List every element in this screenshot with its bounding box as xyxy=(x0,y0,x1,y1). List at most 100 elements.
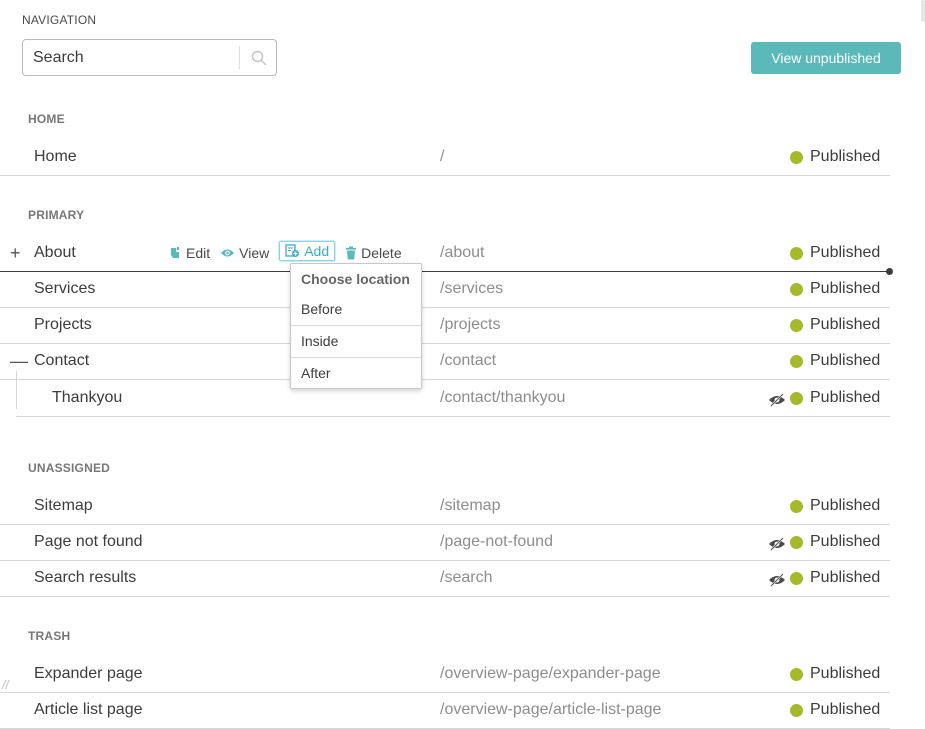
eye-slash-icon xyxy=(769,537,785,551)
tree-row-page-not-found[interactable]: Page not found /page-not-found Published xyxy=(0,525,890,561)
section-title-primary: PRIMARY xyxy=(28,208,85,222)
tree-row-contact[interactable]: — Contact /contact Published xyxy=(0,344,890,380)
row-path: / xyxy=(440,148,445,165)
row-path: /contact/thankyou xyxy=(440,389,566,406)
published-dot xyxy=(790,667,803,681)
row-path: /page-not-found xyxy=(440,533,553,550)
published-dot xyxy=(790,535,803,549)
published-dot xyxy=(790,318,803,332)
status-label: Published xyxy=(810,244,881,261)
status-label: Published xyxy=(810,701,881,718)
row-name[interactable]: Expander page xyxy=(34,665,143,683)
section-title-unassigned: UNASSIGNED xyxy=(28,461,111,475)
status-label: Published xyxy=(810,280,881,297)
status-badge: Published xyxy=(790,148,880,166)
search-icon[interactable] xyxy=(251,50,267,66)
row-path: /about xyxy=(440,244,485,261)
collapse-icon[interactable]: — xyxy=(10,352,28,370)
row-name[interactable]: Contact xyxy=(34,352,89,370)
row-actions: Edit View Add Delete xyxy=(168,241,412,261)
row-path: /projects xyxy=(440,316,501,333)
tree-row-about[interactable]: + About Edit View Add Delete /about Publ… xyxy=(0,236,893,275)
scrollbar[interactable] xyxy=(921,0,925,22)
row-path: /overview-page/expander-page xyxy=(440,665,661,682)
row-path: /overview-page/article-list-page xyxy=(440,701,662,718)
status-badge: Published xyxy=(790,701,880,719)
page-title: NAVIGATION xyxy=(22,13,97,27)
eye-slash-icon xyxy=(769,393,785,407)
tree-row-sitemap[interactable]: Sitemap /sitemap Published xyxy=(0,489,890,525)
published-dot xyxy=(790,391,803,405)
option-before[interactable]: Before xyxy=(291,294,421,325)
row-name[interactable]: Article list page xyxy=(34,701,143,719)
delete-label: Delete xyxy=(361,244,402,261)
tree-row-projects[interactable]: Projects /projects Published xyxy=(0,308,890,344)
eye-icon xyxy=(221,249,235,256)
view-button[interactable]: View xyxy=(220,245,269,261)
dropdown-title: Choose location xyxy=(301,271,410,287)
row-path: /services xyxy=(440,280,504,297)
trash-icon xyxy=(346,246,357,259)
published-dot xyxy=(790,282,803,296)
published-dot xyxy=(790,703,803,717)
section-title-trash: TRASH xyxy=(28,629,71,643)
row-name[interactable]: Search results xyxy=(34,569,136,587)
row-name[interactable]: Thankyou xyxy=(52,389,122,407)
option-inside[interactable]: Inside xyxy=(291,325,421,357)
tree-row-home[interactable]: Home / Published xyxy=(0,140,890,176)
edit-button[interactable]: Edit xyxy=(168,245,210,261)
status-label: Published xyxy=(810,497,881,514)
search-box[interactable] xyxy=(22,39,277,76)
row-path: /sitemap xyxy=(440,497,501,514)
row-path: /search xyxy=(440,569,493,586)
row-divider xyxy=(0,596,890,597)
status-label: Published xyxy=(810,389,881,406)
status-label: Published xyxy=(810,533,881,550)
status-label: Published xyxy=(810,569,881,586)
status-badge: Published xyxy=(790,569,880,587)
status-label: Published xyxy=(810,665,881,682)
resize-handle-icon[interactable]: // xyxy=(2,678,9,692)
add-button[interactable]: Add xyxy=(279,241,336,261)
delete-button[interactable]: Delete xyxy=(345,244,402,261)
status-label: Published xyxy=(810,316,881,333)
status-badge: Published xyxy=(790,316,880,334)
add-page-icon xyxy=(285,244,300,257)
add-label: Add xyxy=(304,243,330,259)
row-name[interactable]: About xyxy=(34,244,76,262)
option-after[interactable]: After xyxy=(291,357,421,389)
section-title-home: HOME xyxy=(28,112,65,126)
choose-location-dropdown: Choose location Before Inside After xyxy=(290,263,422,389)
status-label: Published xyxy=(810,148,881,165)
published-dot xyxy=(790,246,803,260)
published-dot xyxy=(790,354,803,368)
published-dot xyxy=(790,571,803,585)
row-name[interactable]: Services xyxy=(34,280,95,298)
row-name[interactable]: Page not found xyxy=(34,533,143,551)
edit-label: Edit xyxy=(186,244,211,261)
row-path: /contact xyxy=(440,352,497,369)
published-dot xyxy=(790,499,803,513)
status-badge: Published xyxy=(790,389,880,407)
status-badge: Published xyxy=(790,497,880,515)
row-divider xyxy=(0,175,890,176)
row-name[interactable]: Home xyxy=(34,148,77,166)
status-badge: Published xyxy=(790,244,880,262)
search-input[interactable] xyxy=(23,40,239,75)
tree-row-thankyou[interactable]: Thankyou /contact/thankyou Published xyxy=(0,381,890,417)
eye-slash-icon xyxy=(769,573,785,587)
row-name[interactable]: Projects xyxy=(34,316,92,334)
row-name[interactable]: Sitemap xyxy=(34,497,93,515)
search-divider xyxy=(239,46,240,69)
published-dot xyxy=(790,150,803,164)
view-label: View xyxy=(239,244,270,261)
edit-icon xyxy=(171,246,179,258)
expand-icon[interactable]: + xyxy=(10,244,21,262)
tree-row-article-list-page[interactable]: Article list page /overview-page/article… xyxy=(0,693,890,729)
tree-row-services[interactable]: Services /services Published xyxy=(0,272,890,308)
row-divider xyxy=(0,379,890,380)
tree-row-expander-page[interactable]: Expander page /overview-page/expander-pa… xyxy=(0,657,890,693)
row-divider xyxy=(16,416,890,417)
tree-row-search-results[interactable]: Search results /search Published xyxy=(0,561,890,597)
view-unpublished-button[interactable]: View unpublished xyxy=(751,42,901,74)
